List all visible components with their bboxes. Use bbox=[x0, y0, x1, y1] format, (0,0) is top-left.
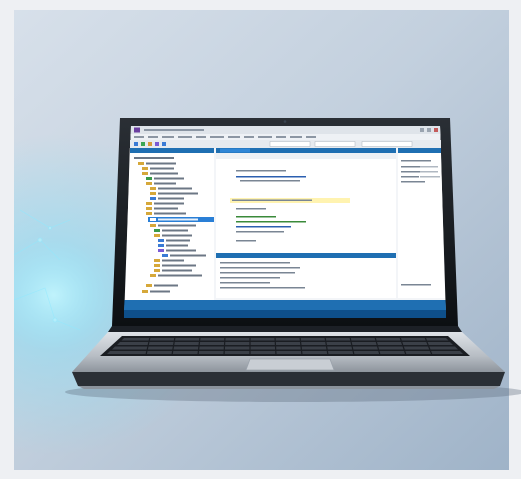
touchpad bbox=[245, 358, 335, 371]
code-editor bbox=[216, 159, 396, 253]
solution-explorer-panel bbox=[125, 148, 214, 308]
output-header bbox=[216, 253, 396, 258]
properties-header bbox=[398, 148, 441, 153]
laptop-photo bbox=[0, 0, 521, 479]
laptop-hinge bbox=[108, 326, 462, 332]
properties-panel bbox=[398, 153, 445, 298]
ide-status-bar bbox=[124, 300, 446, 310]
editor-tab bbox=[220, 148, 250, 153]
minimize-icon bbox=[420, 128, 424, 132]
close-icon bbox=[434, 128, 438, 132]
ide-logo-icon bbox=[134, 127, 140, 133]
maximize-icon bbox=[427, 128, 431, 132]
solution-explorer-header bbox=[130, 148, 214, 153]
laptop-screen bbox=[124, 126, 446, 318]
photo-stage bbox=[0, 0, 521, 479]
ide-status-strip bbox=[124, 310, 446, 318]
webcam bbox=[283, 120, 287, 123]
editor-nav-bar bbox=[216, 153, 396, 159]
laptop-front-edge bbox=[72, 372, 505, 386]
